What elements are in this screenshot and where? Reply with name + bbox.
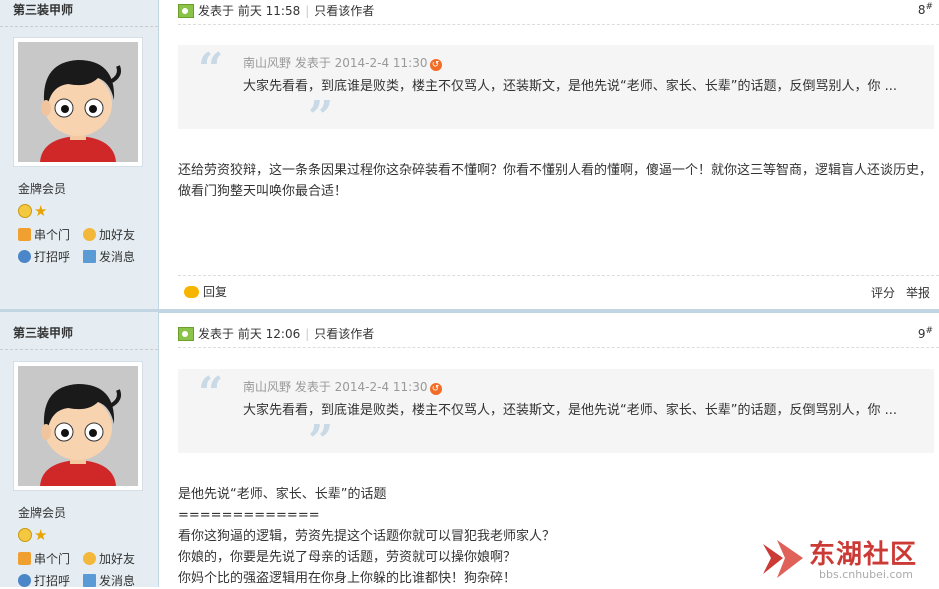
floor-sup: # [925, 2, 933, 12]
divider [0, 26, 158, 27]
person-icon [18, 574, 31, 587]
online-status-icon [178, 327, 194, 341]
reply-label: 回复 [203, 285, 228, 299]
post-content: 发表于 前天 11:58 | 只看该作者 8# “ ” 南山风野 发表于 2014-… [160, 0, 939, 312]
author-name[interactable]: 第三装甲师 [13, 324, 73, 341]
separator: | [305, 327, 310, 341]
visit-label: 串个门 [34, 552, 71, 566]
floor-number[interactable]: 9# [918, 326, 933, 341]
star-medal-icon[interactable]: ★ [34, 527, 50, 542]
member-rank: 金牌会员 [18, 182, 67, 196]
quote-meta-text: 南山风野 发表于 2014-2-4 11:30 [243, 380, 428, 394]
author-sidebar: 第三装甲师 金牌会员 ★ 串个门 加好友 打招呼 发消息 [0, 312, 159, 589]
add-friend-label: 加好友 [99, 228, 136, 242]
header-divider [178, 347, 939, 348]
post-time: 发表于 前天 12:06 [198, 327, 301, 341]
smile-medal-icon[interactable] [18, 203, 32, 218]
avatar[interactable] [13, 361, 143, 491]
message-link[interactable]: 发消息 [83, 248, 135, 265]
visit-link[interactable]: 串个门 [18, 226, 70, 243]
open-quote-icon: “ [198, 368, 224, 419]
logo-icon [763, 540, 803, 578]
smile-medal-icon[interactable] [18, 527, 32, 542]
medals: ★ [18, 527, 52, 543]
floor-sup: # [925, 326, 933, 336]
post-line: ============= [178, 508, 320, 523]
avatar-image [18, 42, 138, 162]
author-sidebar: 第三装甲师 金牌会员 ★ 串个门 加好友 打招呼 发消息 [0, 0, 159, 312]
message-link[interactable]: 发消息 [83, 572, 135, 589]
post-header: 发表于 前天 11:58 | 只看该作者 [178, 2, 374, 22]
report-button[interactable]: 举报 [906, 284, 930, 301]
member-rank: 金牌会员 [18, 506, 67, 520]
quote-text: 大家先看看，到底谁是败类，楼主不仅骂人，还装斯文，是他先说“老师、家长、长辈”的… [243, 403, 897, 418]
greet-label: 打招呼 [34, 574, 71, 588]
online-status-icon [178, 4, 194, 18]
open-quote-icon: “ [198, 44, 224, 95]
add-friend-link[interactable]: 加好友 [83, 550, 135, 567]
header-divider [178, 24, 939, 25]
handshake-icon [83, 228, 96, 241]
author-only-link[interactable]: 只看该作者 [314, 327, 374, 341]
post-time: 发表于 前天 11:58 [198, 4, 301, 18]
logo-name: 东湖社区 [809, 540, 918, 570]
avatar-image [18, 366, 138, 486]
star-medal-icon[interactable]: ★ [34, 203, 50, 218]
post-header: 发表于 前天 12:06 | 只看该作者 [178, 325, 374, 345]
author-name[interactable]: 第三装甲师 [13, 1, 73, 18]
reply-button[interactable]: 回复 [184, 283, 227, 300]
quote-text: 大家先看看，到底谁是败类，楼主不仅骂人，还装斯文，是他先说“老师、家长、长辈”的… [243, 79, 897, 94]
author-only-link[interactable]: 只看该作者 [314, 4, 374, 18]
envelope-icon [83, 574, 96, 587]
message-label: 发消息 [99, 250, 136, 264]
reply-icon [184, 286, 199, 298]
post-paragraph: 还给劳资狡辩，这一条条因果过程你这杂碎装看不懂啊？你看不懂别人看的懂啊，傻逼一个… [178, 163, 933, 199]
home-icon [18, 228, 31, 241]
post-floor-8: 第三装甲师 金牌会员 ★ 串个门 加好友 打招呼 发消息 发表于 前天 11:5… [0, 0, 939, 312]
medals: ★ [18, 203, 52, 219]
jump-to-post-icon[interactable]: ↺ [429, 59, 442, 71]
home-icon [18, 552, 31, 565]
avatar[interactable] [13, 37, 143, 167]
logo-url: bbs.cnhubei.com [819, 568, 913, 581]
add-friend-label: 加好友 [99, 552, 136, 566]
divider [0, 349, 158, 350]
quote-block: “ ” 南山风野 发表于 2014-2-4 11:30 ↺ 大家先看看，到底谁是败… [178, 44, 934, 143]
close-quote-icon: ” [308, 92, 334, 143]
quote-meta: 南山风野 发表于 2014-2-4 11:30 ↺ [243, 378, 442, 395]
close-quote-icon: ” [308, 416, 334, 467]
greet-link[interactable]: 打招呼 [18, 248, 70, 265]
rate-button[interactable]: 评分 [871, 284, 895, 301]
footer-divider [178, 275, 939, 276]
greet-link[interactable]: 打招呼 [18, 572, 70, 589]
visit-label: 串个门 [34, 228, 71, 242]
greet-label: 打招呼 [34, 250, 71, 264]
site-watermark: 东湖社区 bbs.cnhubei.com [757, 530, 939, 587]
visit-link[interactable]: 串个门 [18, 550, 70, 567]
handshake-icon [83, 552, 96, 565]
quote-block: “ ” 南山风野 发表于 2014-2-4 11:30 ↺ 大家先看看，到底谁是败… [178, 368, 934, 467]
person-icon [18, 250, 31, 263]
envelope-icon [83, 250, 96, 263]
post-body: 还给劳资狡辩，这一条条因果过程你这杂碎装看不懂啊？你看不懂别人看的懂啊，傻逼一个… [178, 160, 939, 202]
message-label: 发消息 [99, 574, 136, 588]
floor-number[interactable]: 8# [918, 2, 933, 17]
add-friend-link[interactable]: 加好友 [83, 226, 135, 243]
quote-meta: 南山风野 发表于 2014-2-4 11:30 ↺ [243, 54, 442, 71]
quote-meta-text: 南山风野 发表于 2014-2-4 11:30 [243, 56, 428, 70]
separator: | [305, 4, 310, 18]
jump-to-post-icon[interactable]: ↺ [429, 383, 442, 395]
post-line: 是他先说“老师、家长、长辈”的话题 [178, 487, 387, 502]
